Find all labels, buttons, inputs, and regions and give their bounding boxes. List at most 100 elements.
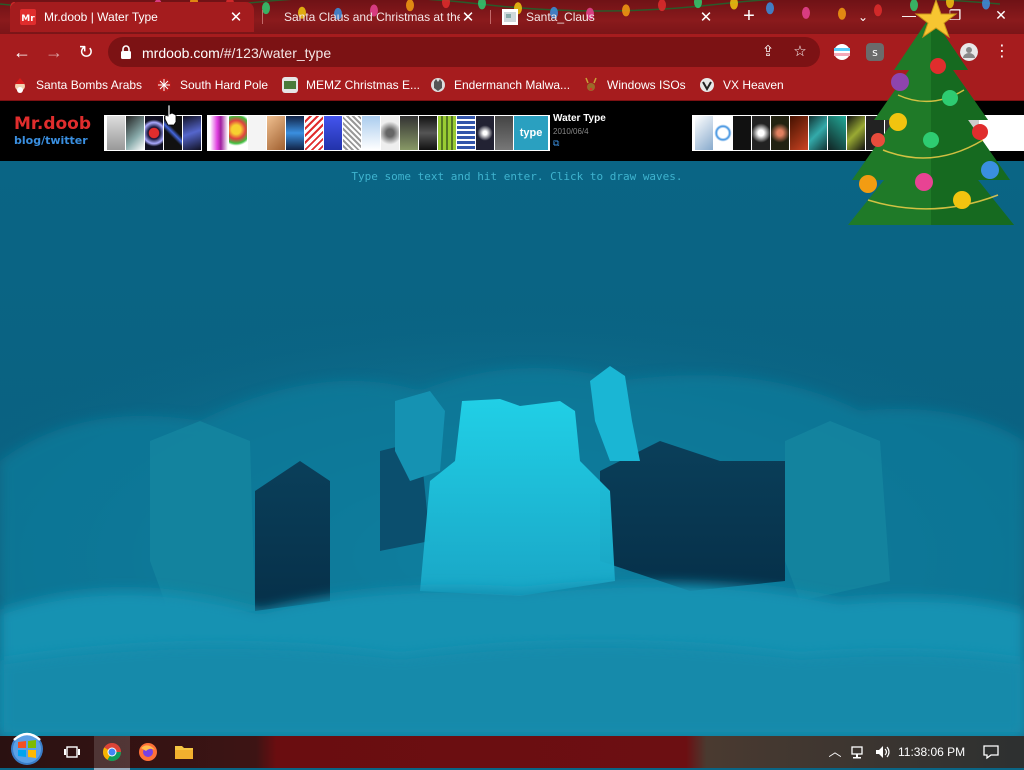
reload-button[interactable]: ↻ — [74, 40, 98, 64]
light-bulb — [802, 6, 810, 19]
external-link-icon[interactable]: ⧉ — [553, 138, 606, 149]
taskbar-firefox-button[interactable] — [130, 736, 166, 768]
windows-taskbar — [0, 736, 1024, 770]
mrdoob-logo[interactable]: Mr.doob blog/twitter — [14, 116, 91, 148]
bookmark-south-hard-pole[interactable]: South Hard Pole — [156, 75, 268, 95]
bookmark-memz-christmas[interactable]: MEMZ Christmas E... — [282, 75, 420, 95]
project-thumbnail[interactable] — [145, 116, 163, 150]
new-tab-button[interactable]: + — [738, 5, 760, 27]
bookmark-santa-bombs-arabs[interactable]: Santa Bombs Arabs — [12, 75, 142, 95]
tab-water-type[interactable]: Mr Mr.doob | Water Type ✕ — [10, 2, 254, 32]
project-thumbnail[interactable] — [381, 116, 399, 150]
bookmark-windows-isos[interactable]: Windows ISOs — [583, 75, 686, 95]
mrdoob-favicon-icon: Mr — [20, 9, 36, 25]
share-icon[interactable]: ⇪ — [758, 42, 778, 62]
taskbar-chrome-button[interactable] — [94, 736, 130, 770]
project-thumbnail[interactable] — [305, 116, 323, 150]
wikipedia-favicon-icon — [502, 9, 518, 25]
tab-divider — [262, 10, 263, 24]
chrome-icon — [102, 743, 121, 762]
project-name[interactable]: Water Type — [553, 113, 606, 124]
bookmark-endermanch-malware[interactable]: Endermanch Malwa... — [430, 75, 570, 95]
lock-icon — [121, 45, 131, 59]
light-bulb — [730, 0, 738, 10]
project-thumbnail[interactable] — [286, 116, 304, 150]
tab-title: Santa_Claus — [526, 10, 595, 24]
wolf-icon — [431, 78, 445, 92]
project-thumbnail[interactable] — [438, 116, 456, 150]
address-bar[interactable]: mrdoob.com/#/123/water_type ⇪ ☆ — [108, 37, 820, 67]
christmas-tree-icon — [848, 0, 1014, 225]
bookmark-vx-heaven[interactable]: VX Heaven — [699, 75, 784, 95]
project-thumbnail[interactable] — [495, 116, 513, 150]
show-hidden-icons-chevron-icon[interactable]: ︿ — [826, 744, 844, 760]
project-thumbnails-left — [104, 115, 202, 151]
bookmark-label: Endermanch Malwa... — [454, 78, 571, 92]
url-domain: mrdoob.com — [142, 45, 220, 61]
project-thumbnail-water-type[interactable]: type — [514, 116, 548, 150]
close-tab-icon[interactable]: ✕ — [228, 8, 244, 26]
project-thumbnail[interactable] — [733, 116, 751, 150]
hand-cursor-icon — [164, 104, 177, 126]
tab-divider — [490, 10, 491, 24]
taskbar-clock[interactable]: 11:38:06 PM — [898, 745, 965, 759]
bookmark-label: Windows ISOs — [607, 78, 686, 92]
project-thumbnail[interactable] — [362, 116, 380, 150]
folder-icon — [175, 746, 193, 759]
tab-title: Mr.doob | Water Type — [44, 10, 158, 24]
project-info: Water Type 2010/06/4 ⧉ — [553, 113, 606, 149]
tab-title: Santa Claus and Christmas at the — [284, 10, 460, 24]
tab-santa-claus-christmas[interactable]: Santa Claus and Christmas at the ✕ — [264, 2, 486, 32]
project-thumbnail[interactable] — [476, 116, 494, 150]
svg-text:Mr: Mr — [21, 14, 35, 24]
task-view-button[interactable] — [54, 736, 90, 768]
notifications-icon[interactable] — [982, 744, 1000, 760]
network-icon[interactable] — [850, 744, 868, 760]
bookmark-label: MEMZ Christmas E... — [306, 78, 421, 92]
water-canvas[interactable] — [0, 161, 1024, 736]
close-tab-icon[interactable]: ✕ — [698, 8, 714, 26]
santa-icon — [15, 78, 25, 93]
vx-icon — [700, 78, 714, 92]
url-path: /#/123/water_type — [219, 45, 332, 61]
project-thumbnail[interactable] — [695, 116, 713, 150]
project-thumbnail[interactable] — [419, 116, 437, 150]
project-thumbnail[interactable] — [714, 116, 732, 150]
bookmark-label: Santa Bombs Arabs — [36, 78, 143, 92]
project-thumbnail[interactable] — [771, 116, 789, 150]
volume-icon[interactable] — [874, 744, 892, 760]
project-thumbnail[interactable] — [107, 116, 125, 150]
url-text[interactable]: mrdoob.com/#/123/water_type — [142, 45, 331, 61]
task-view-icon — [64, 746, 80, 758]
bookmark-star-icon[interactable]: ☆ — [790, 42, 810, 62]
project-thumbnail[interactable] — [343, 116, 361, 150]
project-thumbnail[interactable] — [248, 116, 266, 150]
firefox-icon — [139, 743, 157, 761]
logo-subtitle-link[interactable]: blog/twitter — [14, 134, 91, 148]
project-thumbnail[interactable] — [183, 116, 201, 150]
project-thumbnail[interactable] — [229, 116, 247, 150]
close-tab-icon[interactable]: ✕ — [460, 8, 476, 26]
project-thumbnail[interactable] — [267, 116, 285, 150]
logo-title[interactable]: Mr.doob — [14, 116, 91, 133]
forward-button[interactable]: → — [42, 40, 66, 64]
start-button[interactable] — [10, 730, 44, 768]
bookmark-label: South Hard Pole — [180, 78, 269, 92]
project-thumbnail[interactable] — [324, 116, 342, 150]
project-thumbnail[interactable] — [790, 116, 808, 150]
taskbar-explorer-button[interactable] — [166, 736, 202, 768]
project-thumbnail[interactable] — [210, 116, 228, 150]
memz-icon — [282, 77, 298, 93]
project-date: 2010/06/4 — [553, 127, 589, 136]
project-thumbnail[interactable] — [400, 116, 418, 150]
project-thumbnail[interactable] — [457, 116, 475, 150]
back-button[interactable]: ← — [10, 40, 34, 64]
snowflake-icon — [157, 78, 171, 92]
bookmark-label: VX Heaven — [723, 78, 784, 92]
project-thumbnail[interactable] — [752, 116, 770, 150]
project-thumbnail[interactable] — [126, 116, 144, 150]
reindeer-icon — [585, 77, 597, 91]
project-thumbnails-main: type — [207, 115, 550, 151]
tab-santa-claus-wiki[interactable]: Santa_Claus ✕ — [492, 2, 724, 32]
project-thumbnail[interactable] — [809, 116, 827, 150]
